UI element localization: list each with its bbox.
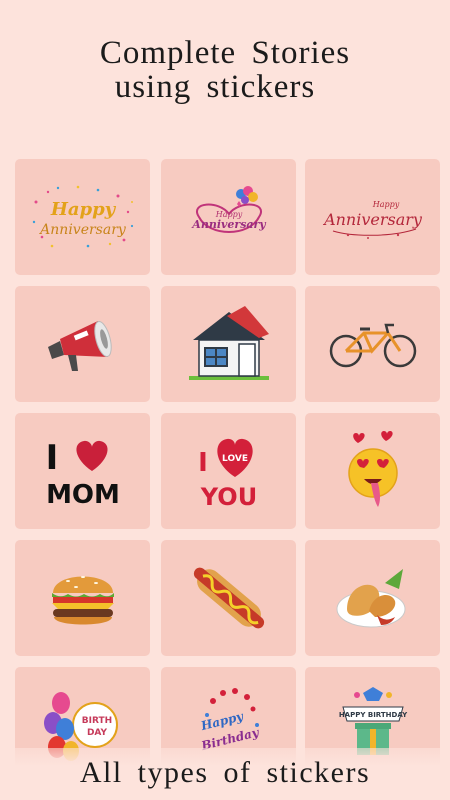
- sticker-text-anniversary: Anniversary: [322, 210, 423, 229]
- sticker-tile-house[interactable]: [161, 286, 296, 402]
- house-icon: [188, 306, 269, 380]
- sticker-text-i: I: [198, 448, 208, 478]
- sticker-text-anniversary: Anniversary: [191, 218, 267, 231]
- sticker-tile-i-love-mom[interactable]: I MOM: [15, 413, 150, 529]
- sticker-tile-love-emoji[interactable]: [305, 413, 440, 529]
- headline-line-2: using stickers: [114, 69, 316, 105]
- page-headline: Complete Stories using stickers: [0, 36, 450, 104]
- sticker-text-i: I: [45, 438, 58, 478]
- sticker-tile-anniversary-balloons[interactable]: Happy Anniversary: [161, 159, 296, 275]
- footer-banner: All types of stickers: [0, 748, 450, 800]
- burger-icon: [51, 576, 114, 625]
- anniversary-balloons-icon: Happy Anniversary: [191, 186, 267, 233]
- i-love-mom-icon: I MOM: [45, 438, 120, 510]
- hot-dog-icon: [193, 567, 264, 629]
- footer-text: All types of stickers: [79, 756, 371, 789]
- sticker-text-anniversary: Anniversary: [38, 222, 127, 238]
- sticker-tile-anniversary-confetti[interactable]: Happy Anniversary: [15, 159, 150, 275]
- sticker-text-mom: MOM: [46, 480, 120, 510]
- anniversary-script-icon: Happy Anniversary: [322, 200, 423, 239]
- i-love-you-icon: I LOVE YOU: [198, 438, 257, 511]
- headline-line-1: Complete Stories: [99, 35, 351, 71]
- megaphone-icon: [47, 321, 112, 371]
- sticker-tile-anniversary-script[interactable]: Happy Anniversary: [305, 159, 440, 275]
- sticker-text-you: YOU: [199, 483, 256, 511]
- sticker-tile-bicycle[interactable]: [305, 286, 440, 402]
- sticker-tile-hot-dog[interactable]: [161, 540, 296, 656]
- sticker-text-day: DAY: [86, 728, 107, 738]
- sticker-text-birth: BIRTH: [81, 716, 111, 726]
- sticker-text-love: LOVE: [222, 454, 248, 464]
- samosa-plate-icon: [336, 569, 405, 628]
- bicycle-icon: [329, 323, 416, 368]
- sticker-tile-samosa[interactable]: [305, 540, 440, 656]
- sticker-text-happy: Happy: [49, 199, 116, 220]
- sticker-tile-megaphone[interactable]: [15, 286, 150, 402]
- sticker-text-happy: Happy: [371, 200, 399, 209]
- anniversary-confetti-icon: Happy Anniversary: [32, 185, 133, 248]
- sticker-tile-i-love-you[interactable]: I LOVE YOU: [161, 413, 296, 529]
- love-emoji-icon: [347, 431, 398, 507]
- sticker-text-happy-birthday: HAPPY BIRTHDAY: [338, 711, 407, 719]
- sticker-tile-burger[interactable]: [15, 540, 150, 656]
